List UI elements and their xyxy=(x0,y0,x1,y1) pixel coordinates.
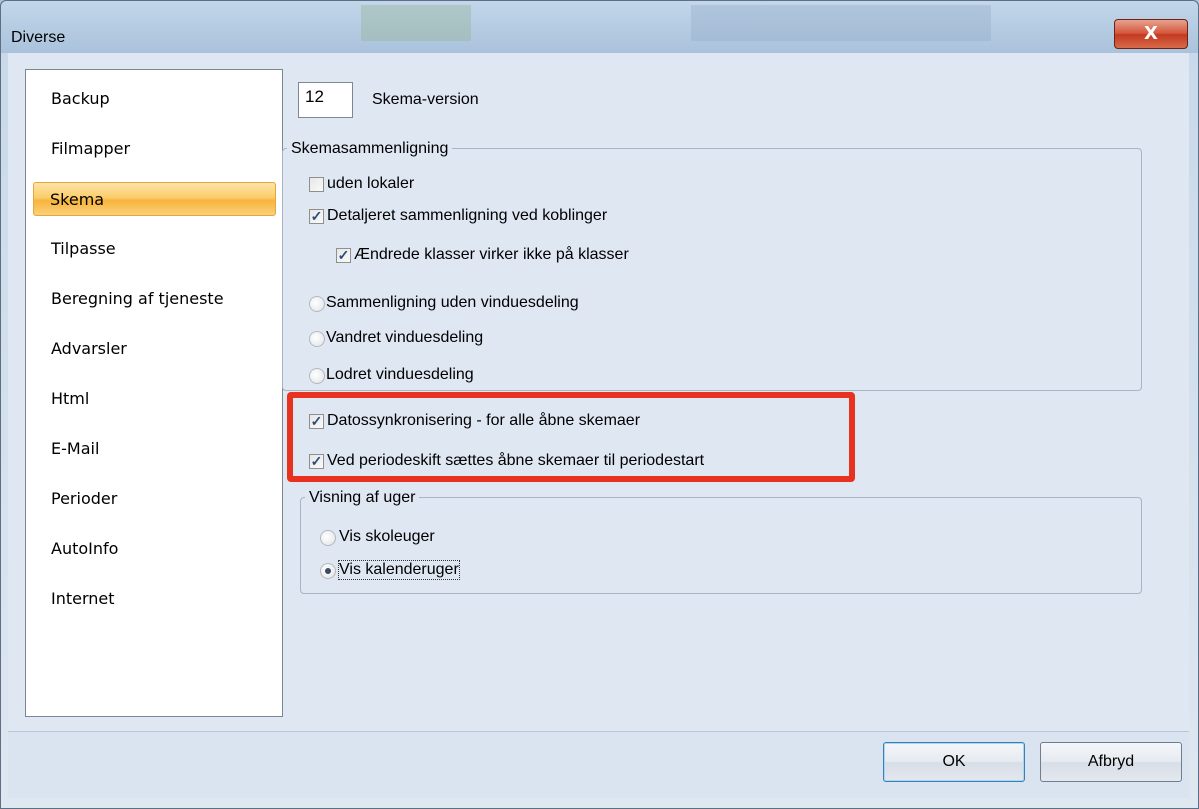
cancel-button[interactable]: Afbryd xyxy=(1040,742,1182,782)
schema-version-input[interactable]: 12 xyxy=(298,82,353,118)
school-weeks-radio[interactable] xyxy=(320,530,336,546)
sidebar-item-label: Skema xyxy=(50,190,105,209)
comparison-group-legend: Skemasammenligning xyxy=(287,140,453,158)
school-weeks-label[interactable]: Vis skoleuger xyxy=(339,528,435,546)
sidebar-item-label: AutoInfo xyxy=(51,539,119,558)
sidebar-item-autoinfo[interactable]: AutoInfo xyxy=(27,532,281,566)
schema-version-label: Skema-version xyxy=(372,91,479,108)
sidebar-item-backup[interactable]: Backup xyxy=(27,82,281,116)
ok-button[interactable]: OK xyxy=(883,742,1025,782)
sidebar-item-label: Advarsler xyxy=(51,339,127,358)
vertical-split-label[interactable]: Lodret vinduesdeling xyxy=(326,366,474,384)
horizontal-split-label[interactable]: Vandret vinduesdeling xyxy=(326,329,483,347)
sidebar-item-label: Perioder xyxy=(51,489,118,508)
sidebar-item-label: Beregning af tjeneste xyxy=(51,289,224,308)
highlight-box xyxy=(287,392,855,482)
no-split-radio[interactable] xyxy=(309,296,325,312)
without-rooms-label[interactable]: uden lokaler xyxy=(327,175,414,193)
sidebar-item-filmapper[interactable]: Filmapper xyxy=(27,132,281,166)
sidebar-item-label: Backup xyxy=(51,89,110,108)
sidebar-item-skema[interactable]: Skema xyxy=(33,182,276,216)
sidebar-item-beregning-af-tjeneste[interactable]: Beregning af tjeneste xyxy=(27,282,281,316)
no-split-label[interactable]: Sammenligning uden vinduesdeling xyxy=(326,294,579,312)
vertical-split-radio[interactable] xyxy=(309,368,325,384)
calendar-weeks-label[interactable]: Vis kalenderuger xyxy=(338,560,460,580)
calendar-weeks-radio[interactable] xyxy=(320,563,336,579)
detailed-comparison-checkbox[interactable]: ✓ xyxy=(309,209,324,224)
horizontal-split-radio[interactable] xyxy=(309,331,325,347)
window-title: Diverse xyxy=(11,29,66,46)
close-button[interactable]: X xyxy=(1114,19,1188,49)
changed-classes-label[interactable]: Ændrede klasser virker ikke på klasser xyxy=(354,246,629,264)
sidebar-item-e-mail[interactable]: E-Mail xyxy=(27,432,281,466)
radio-dot xyxy=(325,568,331,574)
sidebar-item-label: Html xyxy=(51,389,90,408)
sidebar-item-label: Filmapper xyxy=(51,139,131,158)
sidebar-item-label: Tilpasse xyxy=(51,239,116,258)
sidebar-item-html[interactable]: Html xyxy=(27,382,281,416)
category-list[interactable]: Backup Filmapper Tilpasse Beregning af t… xyxy=(25,69,283,717)
sidebar-item-tilpasse[interactable]: Tilpasse xyxy=(27,232,281,266)
sidebar-item-label: Internet xyxy=(51,589,115,608)
without-rooms-checkbox[interactable] xyxy=(309,177,324,192)
background-ghost xyxy=(361,5,471,41)
sidebar-item-internet[interactable]: Internet xyxy=(27,582,281,616)
close-icon: X xyxy=(1144,23,1158,44)
detailed-comparison-label[interactable]: Detaljeret sammenligning ved koblinger xyxy=(327,207,607,225)
sidebar-item-advarsler[interactable]: Advarsler xyxy=(27,332,281,366)
sidebar-item-perioder[interactable]: Perioder xyxy=(27,482,281,516)
background-ghost xyxy=(691,5,991,41)
title-bar[interactable]: Diverse X xyxy=(1,1,1198,53)
sidebar-item-label: E-Mail xyxy=(51,439,100,458)
changed-classes-checkbox[interactable]: ✓ xyxy=(336,248,351,263)
weeks-group-legend: Visning af uger xyxy=(305,489,420,507)
